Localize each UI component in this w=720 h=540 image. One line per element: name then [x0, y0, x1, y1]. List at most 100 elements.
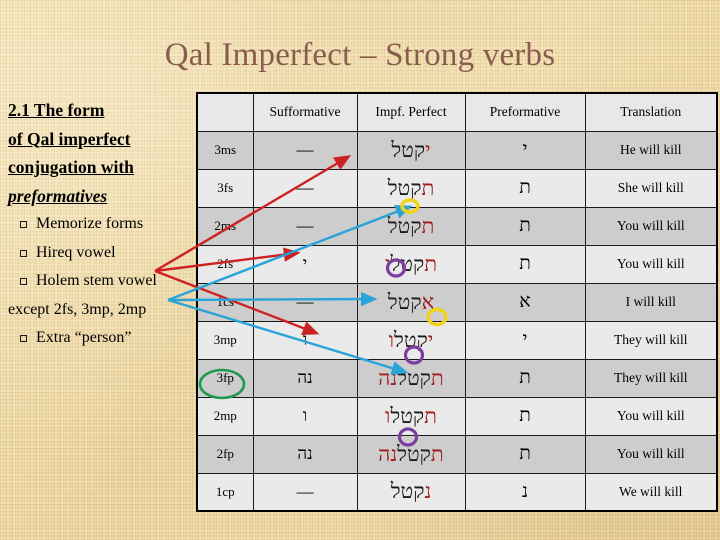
table-row: 2ms — תקטל ת You will kill [196, 206, 718, 246]
cell-translation: She will kill [584, 168, 718, 208]
table-header-row: Sufformative Impf. Perfect Preformative … [196, 92, 718, 132]
hebrew-stem: קטל [394, 327, 428, 352]
hebrew-preformative: ת [424, 403, 437, 428]
cell-translation: He will kill [584, 130, 718, 170]
bullet-label-extra-person: Extra “person” [36, 329, 132, 346]
cell-sufformative: ו [252, 320, 358, 360]
cell-preformative: ת [464, 434, 586, 474]
hebrew-stem: קטל [387, 175, 422, 200]
hebrew-preformative: ת [421, 213, 435, 238]
bullet-item-hireq: Hireq vowel [8, 239, 208, 268]
hebrew-preformative: ת [421, 175, 435, 200]
table-row: 3mp ו יקטלו י They will kill [196, 320, 718, 360]
table-row: 2fs י תקטלי ת You will kill [196, 244, 718, 284]
square-bullet-icon [20, 278, 27, 285]
cell-preformative: א [464, 282, 586, 322]
left-text-block: 2.1 The form of Qal imperfect conjugatio… [8, 96, 208, 353]
cell-preformative: י [464, 320, 586, 360]
table-body: 3ms — יקטל י He will kill 3fs — תקטל ת She will k… [196, 130, 718, 512]
hebrew-stem: קטל [391, 137, 426, 162]
cell-person: 2fs [196, 244, 254, 284]
table-row: 1cp — נקטל נ We will kill [196, 472, 718, 512]
bullet-label-hireq: Hireq vowel [36, 243, 116, 261]
hebrew-preformative: י [427, 327, 434, 352]
hebrew-preformative: ת [430, 441, 444, 466]
table-row: 1cs — אקטל א I will kill [196, 282, 718, 322]
bullet-item-memorize: Memorize forms [8, 210, 208, 239]
cell-translation: You will kill [584, 206, 718, 246]
cell-preformative: ת [464, 168, 586, 208]
hebrew-stem: קטל [390, 403, 425, 428]
cell-sufformative: י [252, 244, 358, 284]
cell-sufformative: — [252, 168, 358, 208]
cell-translation: They will kill [584, 358, 718, 398]
cell-preformative: ת [464, 396, 586, 436]
square-bullet-icon [20, 221, 27, 228]
heading-line-1: 2.1 The form [8, 100, 105, 120]
cell-imperfect-form: יקטל [356, 130, 466, 170]
cell-sufformative: — [252, 472, 358, 512]
hebrew-preformative: י [425, 137, 431, 162]
hebrew-preformative: ת [424, 251, 438, 276]
bullet-label-holem: Holem stem vowel [36, 272, 157, 289]
header-blank [196, 92, 254, 132]
hebrew-stem: קטל [390, 479, 425, 504]
hebrew-preformative: נ [424, 479, 432, 504]
cell-imperfect-form: תקטלנה [356, 358, 466, 398]
cell-preformative: ת [464, 358, 586, 398]
heading-line-2: of Qal imperfect [8, 128, 131, 149]
cell-imperfect-form: יקטלו [356, 320, 466, 360]
bullet-item-holem: Holem stem vowel [8, 267, 208, 296]
cell-person: 3fs [196, 168, 254, 208]
header-impf-perfect: Impf. Perfect [356, 92, 466, 132]
cell-person: 2mp [196, 396, 254, 436]
cell-person: 1cp [196, 472, 254, 512]
cell-sufformative: — [252, 206, 358, 246]
table-row: 2fp נה תקטלנה ת You will kill [196, 434, 718, 474]
cell-translation: We will kill [584, 472, 718, 512]
cell-imperfect-form: תקטלנה [356, 434, 466, 474]
cell-imperfect-form: נקטל [356, 472, 466, 512]
cell-person: 2ms [196, 206, 254, 246]
hebrew-stem: קטל [390, 251, 425, 276]
cell-preformative: ת [464, 244, 586, 284]
hebrew-stem: קטל [387, 213, 422, 238]
heading-line-4: preformatives [8, 185, 108, 206]
cell-imperfect-form: תקטל [356, 206, 466, 246]
cell-sufformative: נה [252, 358, 358, 398]
cell-preformative: ת [464, 206, 586, 246]
cell-person: 3mp [196, 320, 254, 360]
header-translation: Translation [584, 92, 718, 132]
square-bullet-icon [20, 335, 27, 342]
cell-person: 3fp [196, 358, 254, 398]
cell-translation: You will kill [584, 244, 718, 284]
table-row: 3ms — יקטל י He will kill [196, 130, 718, 170]
hebrew-preformative: ת [430, 365, 444, 390]
page-title: Qal Imperfect – Strong verbs [164, 37, 556, 73]
table-row: 2mp ו תקטלו ת You will kill [196, 396, 718, 436]
table-row: 3fp נה תקטלנה ת They will kill [196, 358, 718, 398]
bullet-continuation-except: except 2fs, 3mp, 2mp [8, 300, 147, 318]
hebrew-stem: קטל [387, 289, 422, 314]
heading-line-3: conjugation with [8, 157, 134, 177]
cell-imperfect-form: אקטל [356, 282, 466, 322]
hebrew-sufformative: נה [378, 441, 398, 466]
cell-person: 2fp [196, 434, 254, 474]
cell-sufformative: נה [252, 434, 358, 474]
cell-imperfect-form: תקטל [356, 168, 466, 208]
cell-translation: You will kill [584, 396, 718, 436]
table-row: 3fs — תקטל ת She will kill [196, 168, 718, 208]
cell-imperfect-form: תקטלו [356, 396, 466, 436]
hebrew-sufformative: נה [378, 365, 398, 390]
header-preformative: Preformative [464, 92, 586, 132]
cell-preformative: נ [464, 472, 586, 512]
cell-person: 3ms [196, 130, 254, 170]
bullet-label-memorize: Memorize forms [36, 215, 144, 232]
cell-translation: They will kill [584, 320, 718, 360]
hebrew-stem: קטל [397, 441, 431, 466]
hebrew-stem: קטל [397, 365, 431, 390]
hebrew-preformative: א [421, 289, 435, 314]
bullet-item-extra-person: Extra “person” [8, 324, 208, 353]
cell-sufformative: ו [252, 396, 358, 436]
cell-sufformative: — [252, 282, 358, 322]
